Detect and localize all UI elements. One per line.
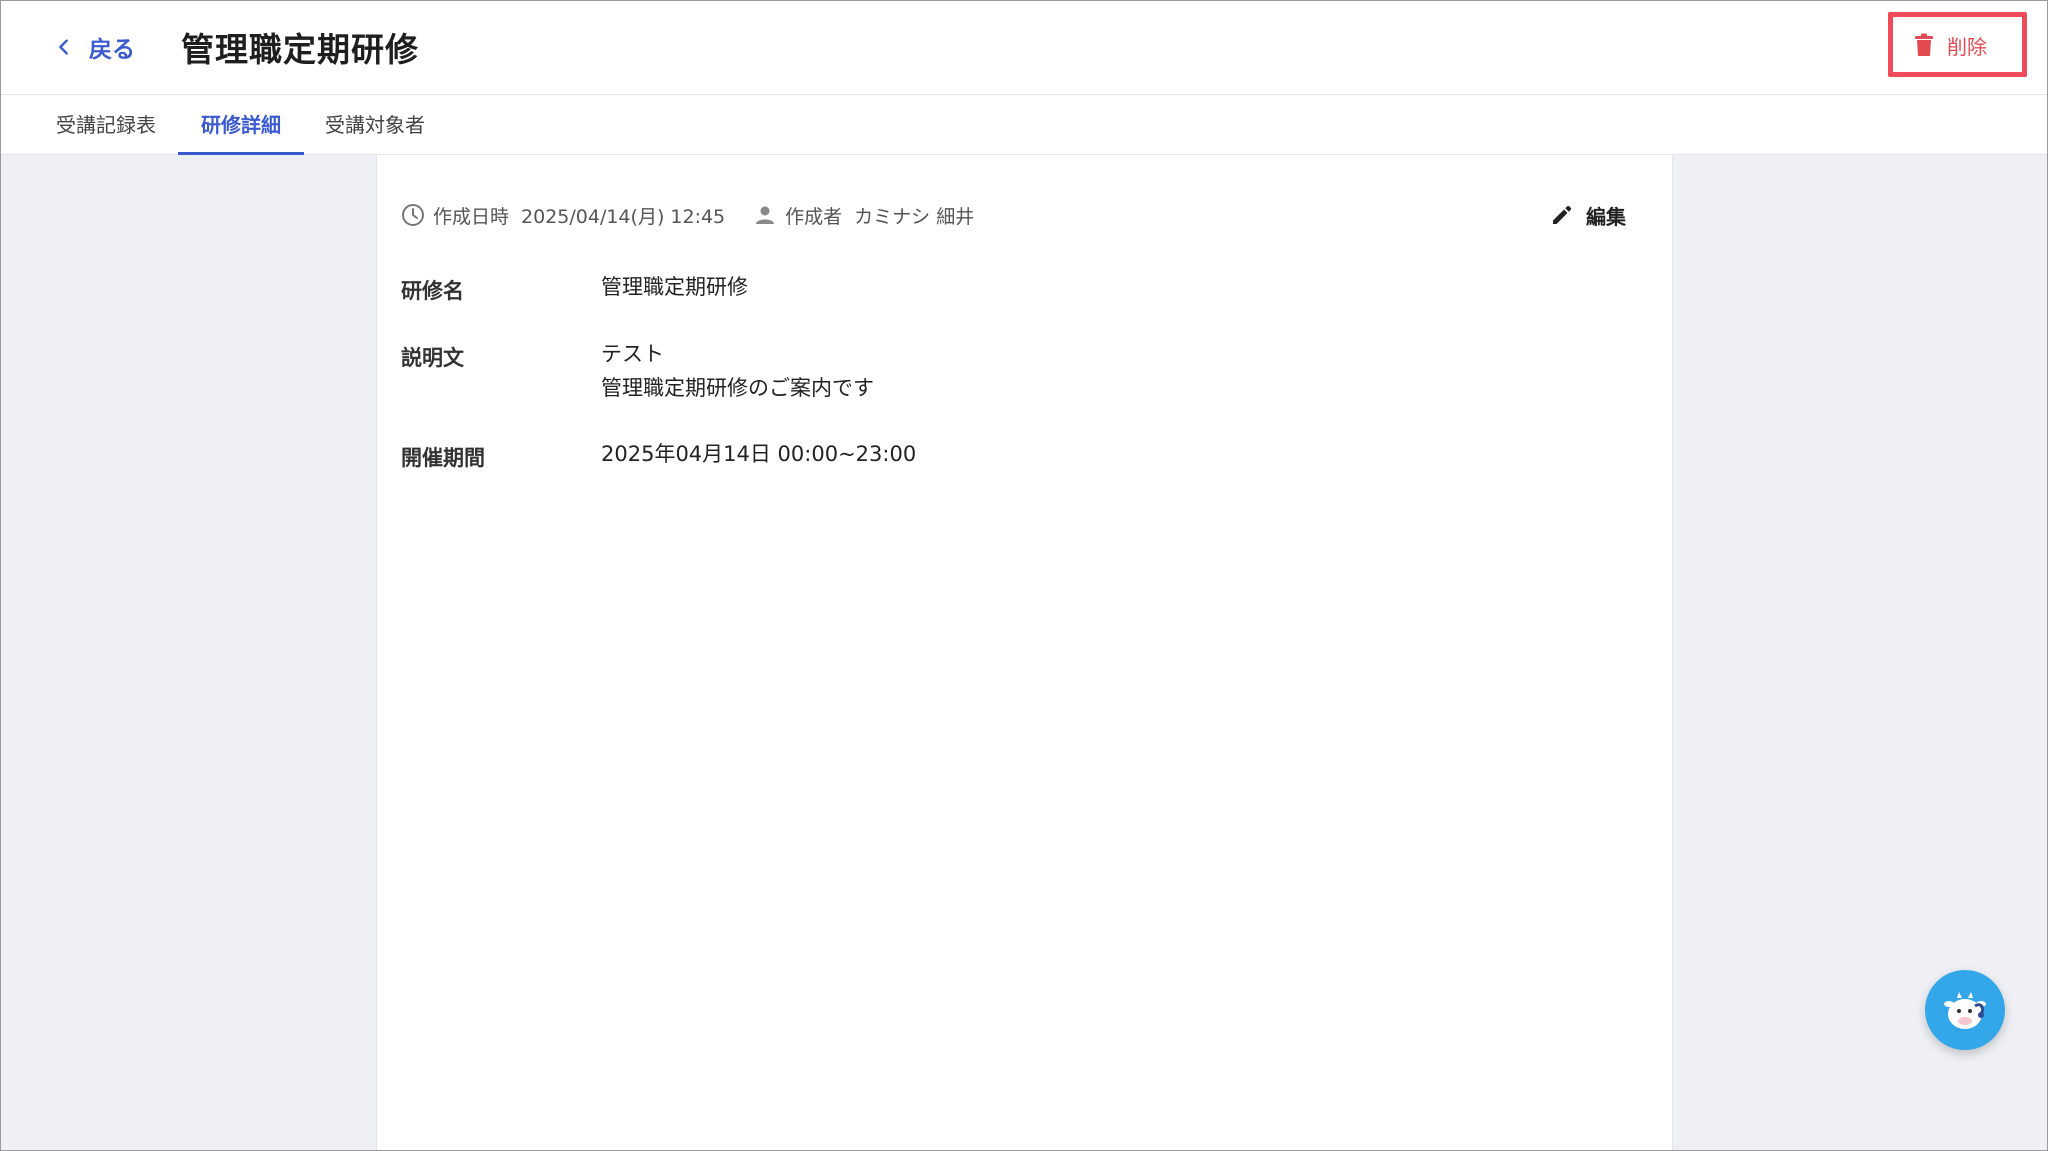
- tab-training-details[interactable]: 研修詳細: [178, 95, 304, 155]
- created-at-label: 作成日時: [433, 205, 510, 228]
- tab-bar: 受講記録表 研修詳細 受講対象者: [1, 95, 2047, 155]
- tab-attendance-record[interactable]: 受講記録表: [56, 95, 156, 155]
- page-title: 管理職定期研修: [181, 30, 419, 69]
- creator-label: 作成者: [785, 205, 843, 228]
- cow-mascot-icon: [1944, 992, 1986, 1029]
- created-at-value: 2025/04/14(月) 12:45: [521, 205, 726, 228]
- person-icon: [756, 206, 775, 224]
- description-value: テスト 管理職定期研修のご案内です: [601, 337, 874, 405]
- edit-label: 編集: [1586, 204, 1626, 229]
- pencil-icon: [1553, 205, 1572, 224]
- chevron-left-icon: [59, 39, 68, 55]
- period-value: 2025年04月14日 00:00~23:00: [601, 442, 917, 466]
- delete-button[interactable]: 削除: [1913, 27, 1987, 63]
- chatbot-button[interactable]: [1925, 970, 2005, 1050]
- trash-icon: [1915, 33, 1933, 56]
- back-label: 戻る: [89, 37, 135, 63]
- app-window: 戻る 管理職定期研修 削除 受講記録表 研修詳細 受講対象者 作成日時 2025…: [0, 0, 2048, 1151]
- tab-target-attendees[interactable]: 受講対象者: [324, 95, 426, 155]
- edit-button[interactable]: 編集: [1550, 195, 1626, 235]
- back-button[interactable]: 戻る: [53, 27, 135, 67]
- meta-row: 作成日時 2025/04/14(月) 12:45 作成者 カミナシ 細井: [401, 197, 974, 233]
- training-name-label: 研修名: [401, 279, 464, 303]
- description-label: 説明文: [401, 346, 464, 370]
- description-line: テスト: [601, 342, 664, 366]
- description-line: 管理職定期研修のご案内です: [601, 376, 874, 400]
- page-header: 戻る 管理職定期研修 削除: [1, 1, 2047, 95]
- clock-icon: [402, 204, 424, 226]
- details-card: 作成日時 2025/04/14(月) 12:45 作成者 カミナシ 細井 編集 …: [376, 155, 1673, 1150]
- delete-label: 削除: [1947, 34, 1987, 59]
- training-name-value: 管理職定期研修: [601, 275, 748, 299]
- period-label: 開催期間: [401, 446, 485, 470]
- creator-value: カミナシ 細井: [854, 205, 975, 228]
